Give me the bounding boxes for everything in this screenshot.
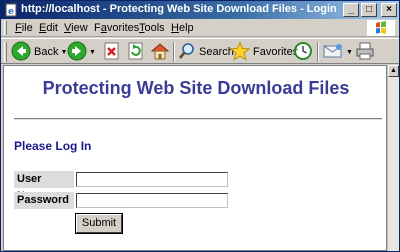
ie-page-icon: e: [4, 3, 18, 17]
maximize-button[interactable]: □: [361, 3, 377, 17]
favorites-button[interactable]: Favorites: [229, 40, 299, 64]
mail-dropdown-icon[interactable]: ▼: [346, 49, 353, 56]
back-icon: [11, 41, 31, 64]
close-button[interactable]: ×: [381, 3, 397, 17]
stop-button[interactable]: [103, 42, 121, 62]
history-icon: [293, 41, 313, 64]
standard-toolbar: Back ▼ ▼ Search Favorites ▼: [1, 38, 399, 64]
password-input[interactable]: [76, 193, 228, 208]
vertical-scrollbar[interactable]: ▲: [387, 65, 399, 251]
page-viewport: Protecting Web Site Download Files Pleas…: [3, 65, 387, 251]
maximize-icon: □: [365, 4, 373, 15]
title-bar[interactable]: e http://localhost - Protecting Web Site…: [1, 1, 399, 19]
search-label: Search: [199, 46, 234, 58]
username-input[interactable]: [76, 172, 228, 187]
forward-dropdown-icon[interactable]: ▼: [89, 49, 96, 56]
favorites-star-icon: [229, 40, 251, 64]
menu-grip[interactable]: [4, 21, 7, 35]
forward-button[interactable]: ▼: [67, 41, 96, 64]
horizontal-rule: [14, 118, 382, 120]
close-icon: ×: [386, 4, 392, 15]
favorites-label: Favorites: [253, 46, 299, 58]
back-button[interactable]: Back ▼: [11, 41, 67, 64]
mail-button[interactable]: ▼: [322, 42, 353, 62]
password-label: Password: [14, 192, 74, 209]
browser-window: e http://localhost - Protecting Web Site…: [0, 0, 400, 252]
print-icon: [355, 41, 375, 64]
home-button[interactable]: [150, 42, 170, 62]
search-button[interactable]: Search: [178, 42, 234, 62]
mail-icon: [322, 41, 344, 64]
print-button[interactable]: [355, 42, 375, 62]
refresh-icon: [127, 41, 145, 64]
menu-tools[interactable]: Tools: [139, 22, 165, 34]
minimize-button[interactable]: _: [343, 3, 359, 17]
submit-button[interactable]: Submit: [75, 213, 123, 234]
menu-file[interactable]: File: [15, 22, 33, 34]
search-icon: [178, 41, 196, 64]
windows-flag-icon: [367, 20, 395, 36]
menu-edit[interactable]: Edit: [39, 22, 58, 34]
toolbar-separator: [317, 42, 319, 62]
username-label: User Name: [14, 171, 74, 202]
refresh-button[interactable]: [127, 42, 145, 62]
menu-help[interactable]: Help: [171, 22, 194, 34]
home-icon: [150, 41, 170, 64]
minimize-icon: _: [348, 4, 354, 15]
scroll-up-button[interactable]: ▲: [388, 65, 399, 77]
menu-favorites[interactable]: Favorites: [94, 22, 139, 34]
forward-icon: [67, 41, 87, 64]
page-heading: Protecting Web Site Download Files: [42, 78, 350, 98]
stop-icon: [103, 41, 121, 64]
login-section-title: Please Log In: [14, 139, 92, 153]
svg-text:e: e: [8, 7, 14, 17]
window-title: http://localhost - Protecting Web Site D…: [21, 3, 339, 15]
menu-bar: File Edit View Favorites Tools Help: [1, 19, 399, 37]
back-label: Back: [34, 46, 59, 58]
toolbar-separator: [173, 42, 175, 62]
history-button[interactable]: [293, 41, 313, 64]
toolbar-grip[interactable]: [4, 42, 7, 62]
menu-view[interactable]: View: [64, 22, 88, 34]
